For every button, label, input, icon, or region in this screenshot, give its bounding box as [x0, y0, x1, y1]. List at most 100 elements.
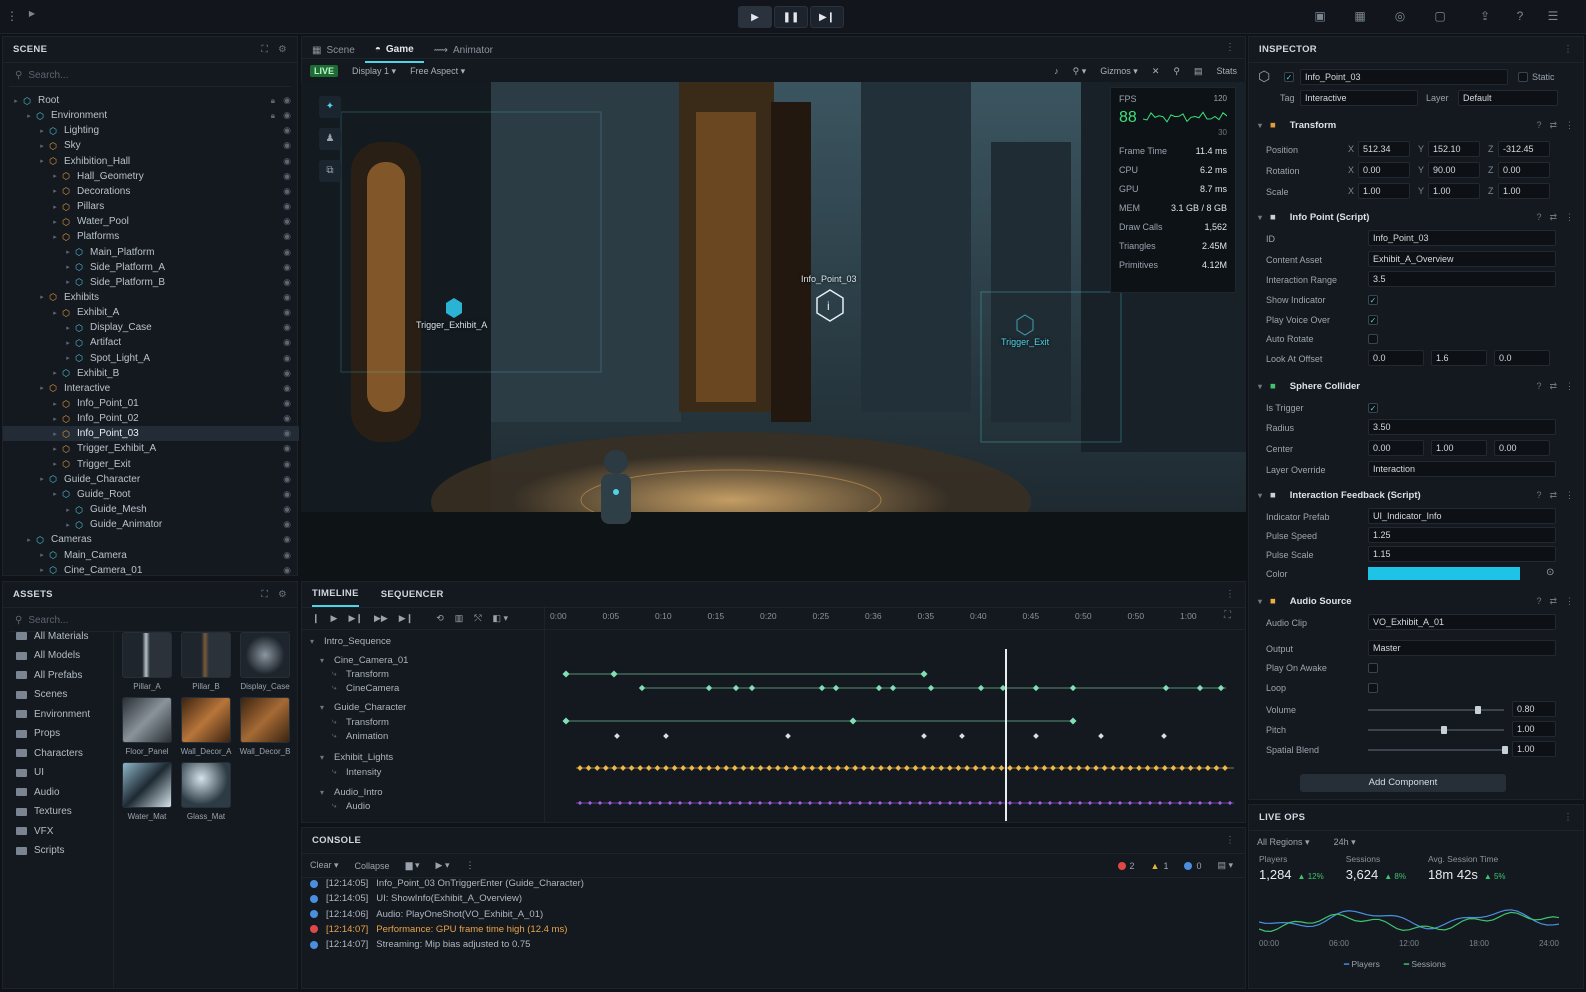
camera-icon[interactable]: ⚲ ▾	[1073, 66, 1087, 77]
asset-folder[interactable]: Audio	[16, 784, 60, 800]
timeline-track[interactable]: ⤷ CineCamera	[306, 681, 546, 695]
asset-folder[interactable]: Props	[16, 726, 60, 742]
expand-arrow-icon[interactable]: ▸	[37, 475, 47, 483]
asset-item[interactable]: Glass_Mat	[180, 762, 232, 824]
asset-item[interactable]: Pillar_A	[121, 632, 173, 694]
zoom-icon[interactable]: ⚲	[1173, 66, 1180, 77]
warning-count[interactable]: ▲ 1	[1151, 861, 1169, 871]
tab-scene[interactable]: ▦ Scene	[302, 37, 365, 63]
record-icon[interactable]: ▥	[455, 613, 464, 624]
hierarchy-item[interactable]: ▸ ⬡ Side_Platform_A ◉	[3, 260, 299, 275]
collapse-arrow-icon[interactable]: ▾	[1258, 597, 1262, 606]
lock-icon[interactable]: 🔒︎	[271, 96, 275, 106]
spatial-slider-handle[interactable]	[1502, 746, 1508, 754]
layer-override-select[interactable]: Interaction	[1368, 461, 1556, 477]
expand-arrow-icon[interactable]: ▸	[63, 521, 73, 529]
collab-icon[interactable]: ⇪	[1477, 9, 1493, 25]
loop-icon[interactable]: ⟲	[436, 613, 444, 624]
console-line[interactable]: [12:14:07] Streaming: Mip bias adjusted t…	[310, 937, 530, 952]
console-line[interactable]: [12:14:05] UI: ShowInfo(Exhibit_A_Overvie…	[310, 891, 522, 906]
timeline-track[interactable]: ⤷ Transform	[306, 715, 546, 729]
view-icon[interactable]: ◧ ▾	[493, 613, 509, 624]
preset-icon[interactable]: ⇄	[1549, 596, 1557, 607]
start-icon[interactable]: ❙	[312, 613, 320, 624]
lock-icon[interactable]: 🔒︎	[271, 111, 275, 121]
collapse-arrow-icon[interactable]: ▾	[1258, 491, 1262, 500]
expand-arrow-icon[interactable]: ▸	[37, 551, 47, 559]
position-x-field[interactable]: 512.34	[1358, 141, 1410, 157]
settings-icon[interactable]: ⚙	[278, 44, 287, 55]
volume-slider-handle[interactable]	[1474, 706, 1481, 714]
hierarchy-item[interactable]: ▸ ⬡ Cameras ◉	[3, 532, 299, 547]
collapse-arrow-icon[interactable]: ▾	[1258, 382, 1262, 391]
aspect-select[interactable]: Free Aspect ▾	[410, 66, 500, 77]
asset-item[interactable]: Wall_Decor_B	[239, 697, 291, 759]
asset-folder[interactable]: VFX	[16, 823, 53, 839]
expand-arrow-icon[interactable]: ▸	[50, 309, 60, 317]
visibility-icon[interactable]: ◉	[283, 550, 291, 561]
visibility-icon[interactable]: ◉	[283, 534, 291, 545]
next-key-icon[interactable]: ▶❙	[348, 613, 362, 624]
scale-z-field[interactable]: 1.00	[1498, 183, 1550, 199]
timeline-track[interactable]: ⤷ Animation	[306, 729, 546, 743]
expand-arrow-icon[interactable]: ▸	[50, 172, 60, 180]
timeline-track[interactable]: ▾ Guide_Character	[306, 700, 546, 714]
pitch-slider[interactable]	[1368, 729, 1504, 731]
visibility-icon[interactable]: ◉	[283, 247, 291, 258]
visibility-icon[interactable]: ◉	[283, 519, 291, 530]
play-on-awake-checkbox[interactable]	[1368, 663, 1378, 673]
visibility-icon[interactable]: ◉	[283, 459, 291, 470]
asset-folder[interactable]: All Models	[16, 648, 80, 664]
visibility-icon[interactable]: ◉	[283, 292, 291, 303]
hierarchy-item[interactable]: ▸ ⬡ Water_Pool ◉	[3, 214, 299, 229]
preset-icon[interactable]: ⇄	[1549, 381, 1557, 392]
stats-button[interactable]: Stats	[1216, 66, 1237, 76]
more-icon[interactable]: ⋮	[1563, 812, 1573, 823]
console-line[interactable]: [12:14:07] Performance: GPU frame time hi…	[310, 922, 567, 937]
help-icon[interactable]: ?	[1512, 9, 1528, 25]
timeline-track[interactable]: ⤷ Intensity	[306, 765, 546, 779]
hierarchy-item[interactable]: ▸ ⬡ Guide_Character ◉	[3, 472, 299, 487]
indicator-prefab-field[interactable]: UI_Indicator_Info	[1368, 508, 1556, 524]
tab-game[interactable]: ◓ Game	[364, 37, 424, 63]
visibility-icon[interactable]: ◉	[283, 125, 291, 136]
range-field[interactable]: 3.5	[1368, 271, 1556, 287]
visibility-icon[interactable]: ◉	[283, 262, 291, 273]
expand-arrow-icon[interactable]: ▸	[63, 324, 73, 332]
visibility-icon[interactable]: ◉	[283, 186, 291, 197]
collapse-arrow-icon[interactable]: ▾	[1258, 213, 1262, 222]
more-icon[interactable]: ⋮	[1225, 835, 1235, 846]
small-play-icon[interactable]: ▶	[24, 9, 40, 25]
error-count[interactable]: 2	[1117, 861, 1135, 871]
expand-arrow-icon[interactable]: ▸	[50, 445, 60, 453]
more-icon[interactable]: ⋮	[465, 860, 474, 871]
hierarchy-item[interactable]: ▸ ⬡ Exhibit_B ◉	[3, 366, 299, 381]
visibility-icon[interactable]: ◉	[283, 565, 291, 576]
expand-arrow-icon[interactable]: ▸	[50, 218, 60, 226]
visibility-icon[interactable]: ◉	[283, 201, 291, 212]
expand-arrow-icon[interactable]: ▸	[63, 339, 73, 347]
expand-arrow-icon[interactable]: ▸	[50, 460, 60, 468]
expand-arrow-icon[interactable]: ▸	[50, 415, 60, 423]
add-component-button[interactable]: Add Component	[1300, 774, 1506, 792]
radius-field[interactable]: 3.50	[1368, 419, 1556, 435]
scale-y-field[interactable]: 1.00	[1428, 183, 1480, 199]
volume-slider[interactable]	[1368, 709, 1504, 711]
visibility-icon[interactable]: ◉	[283, 413, 291, 424]
hierarchy-item[interactable]: ▸ ⬡ Trigger_Exit ◉	[3, 457, 299, 472]
info-count[interactable]: 0	[1184, 861, 1201, 871]
hierarchy-item[interactable]: ▸ ⬡ Guide_Mesh ◉	[3, 502, 299, 517]
look-offset-field[interactable]: 1.6	[1431, 350, 1487, 366]
region-select[interactable]: All Regions ▾	[1257, 837, 1310, 848]
account-icon[interactable]: ◎	[1392, 9, 1408, 25]
expand-arrow-icon[interactable]: ▸	[50, 430, 60, 438]
visibility-icon[interactable]: ◉	[283, 231, 291, 242]
collapse-button[interactable]: Collapse	[355, 861, 390, 871]
transform-component[interactable]: ▾ ■ Transform? ⇄ ⋮	[1250, 114, 1582, 136]
timeline-track[interactable]: ▾ Intro_Sequence	[306, 634, 546, 648]
visibility-icon[interactable]: ◉	[283, 95, 291, 106]
asset-folder[interactable]: All Materials	[16, 628, 88, 644]
console-line[interactable]: [12:14:05] Info_Point_03 OnTriggerEnter (…	[310, 876, 584, 891]
visibility-icon[interactable]: ◉	[283, 504, 291, 515]
expand-arrow-icon[interactable]: ▸	[37, 566, 47, 574]
